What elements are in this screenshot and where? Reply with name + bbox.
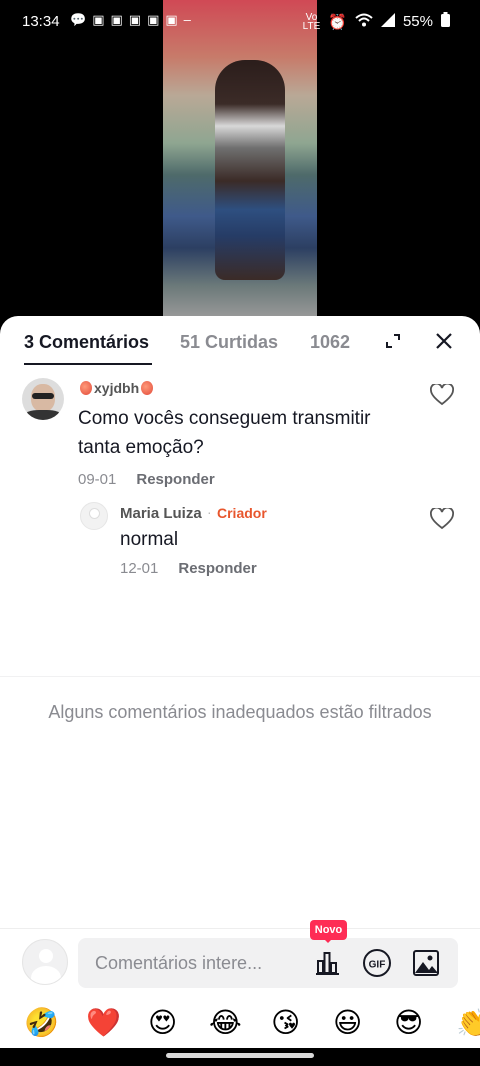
app-notification-icon: ▣ [110, 12, 123, 27]
status-bar: 13:34 💬 ▣ ▣ ▣ ▣ ▣ – Vo LTE ⏰ 55% [0, 0, 480, 44]
alarm-icon: ⏰ [328, 13, 347, 31]
comment-date: 09-01 [78, 471, 117, 488]
comments-sheet: 3 Comentários 51 Curtidas 1062 xyjdbh Co… [0, 316, 480, 1048]
comment-input[interactable]: Comentários intere... GIF [78, 938, 458, 988]
video-subject [215, 60, 285, 280]
sheet-tabs: 3 Comentários 51 Curtidas 1062 [0, 316, 480, 368]
emoji-button[interactable]: 😍 [148, 1006, 177, 1040]
like-heart-icon[interactable] [430, 506, 454, 530]
emoji-button[interactable]: 👏 [456, 1006, 480, 1040]
emoji-button[interactable]: 😘 [271, 1006, 300, 1040]
expand-icon[interactable] [384, 332, 402, 350]
volte-icon: Vo LTE [302, 11, 321, 32]
peach-icon [80, 381, 92, 395]
tab-views[interactable]: 1062 [310, 332, 360, 353]
battery-percent: 55% [402, 13, 433, 30]
emoji-button[interactable]: 😃 [333, 1006, 362, 1040]
app-notification-icon: ▣ [128, 12, 142, 27]
comment-text: Como vocês conseguem transmitir tanta em… [78, 408, 371, 458]
emoji-button[interactable]: 😂 [209, 1006, 242, 1040]
notification-icons: 💬 ▣ ▣ ▣ ▣ ▣ – [70, 12, 191, 28]
wifi-icon [355, 13, 373, 31]
tab-comments[interactable]: 3 Comentários [24, 332, 149, 353]
emoji-quick-row: 🤣 ❤️ 😍 😂 😘 😃 😎 👏 [0, 1006, 480, 1044]
divider [0, 676, 480, 677]
tab-likes[interactable]: 51 Curtidas [180, 332, 278, 353]
peach-icon [141, 381, 154, 395]
comment-input-placeholder: Comentários intere... [95, 953, 263, 973]
app-notification-icon: ▣ [165, 12, 178, 27]
system-icons: Vo LTE ⏰ 55% [303, 12, 450, 31]
system-nav-bar [0, 1048, 480, 1066]
comment-date: 12-01 [120, 560, 159, 577]
avatar [22, 939, 68, 985]
comment-username[interactable]: Maria Luiza [120, 505, 202, 522]
active-tab-indicator [24, 363, 152, 365]
creator-badge: Criador [217, 505, 267, 521]
reply-button[interactable]: Responder [178, 560, 256, 577]
video-preview[interactable] [163, 0, 317, 318]
reply-button[interactable]: Responder [136, 471, 214, 488]
emoji-button[interactable]: ❤️ [86, 1006, 121, 1040]
image-icon[interactable] [411, 948, 441, 978]
chat-bubble-icon: 💬 [70, 12, 87, 27]
close-icon[interactable] [433, 330, 455, 352]
poll-chart-icon[interactable] [312, 948, 342, 978]
app-notification-icon: ▣ [92, 12, 105, 27]
emoji-button[interactable]: 🤣 [24, 1006, 59, 1040]
comment-meta: 09-01 Responder [78, 471, 215, 488]
dash-icon: – [183, 12, 191, 27]
battery-icon [441, 12, 450, 31]
comment-input-bar: Comentários intere... GIF [0, 928, 480, 998]
signal-icon [380, 12, 395, 31]
home-indicator[interactable] [166, 1053, 314, 1058]
username-text: xyjdbh [94, 380, 140, 396]
comment-text: normal [120, 529, 179, 550]
filtered-notice: Alguns comentários inadequados estão fil… [48, 702, 432, 722]
gif-icon[interactable]: GIF [362, 948, 392, 978]
avatar[interactable] [22, 378, 64, 420]
new-badge: Novo [310, 920, 347, 943]
status-time: 13:34 [22, 13, 60, 30]
comment-username[interactable]: xyjdbh [80, 380, 154, 396]
emoji-button[interactable]: 😎 [394, 1006, 423, 1040]
avatar[interactable] [80, 502, 108, 530]
gif-label: GIF [369, 960, 386, 971]
like-heart-icon[interactable] [430, 382, 454, 406]
separator-dot: · [207, 504, 212, 520]
comment-meta: 12-01 Responder [120, 560, 257, 577]
app-notification-icon: ▣ [147, 12, 160, 27]
